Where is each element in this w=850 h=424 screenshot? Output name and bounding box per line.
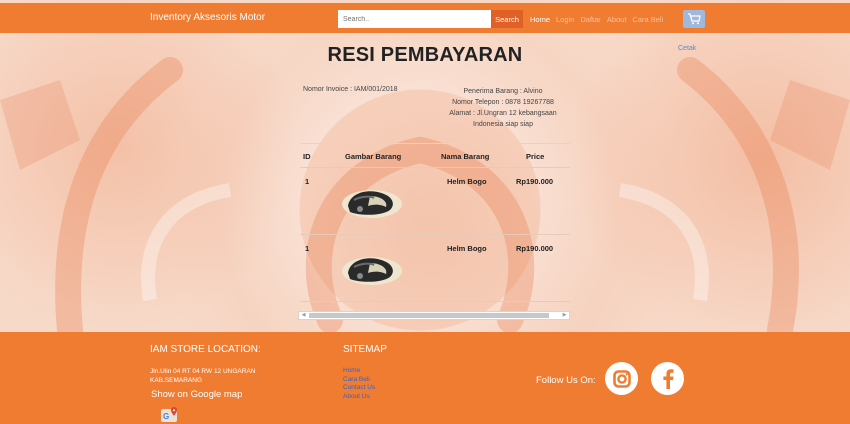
table-header: ID Gambar Barang Nama Barang Price xyxy=(300,143,570,168)
nav-daftar-link[interactable]: Daftar xyxy=(580,15,600,24)
receiver-name: Penerima Barang : Alvino xyxy=(463,88,543,95)
page-title: RESI PEMBAYARAN xyxy=(327,44,523,66)
search-button[interactable]: Search xyxy=(491,10,523,28)
invoice-number: Nomor Invoice : IAM/001/2018 xyxy=(303,86,398,93)
scrollbar-thumb[interactable] xyxy=(309,313,549,318)
row-name: Helm Bogo xyxy=(447,177,487,186)
instagram-icon xyxy=(612,369,631,388)
table-row: 1 Helm Bogo Rp190.000 xyxy=(300,168,570,235)
cart-icon xyxy=(688,13,701,25)
facebook-icon xyxy=(662,368,674,389)
sitemap-home-link[interactable]: Home xyxy=(343,367,375,376)
sitemap-about-link[interactable]: About Us xyxy=(343,393,375,402)
footer: IAM STORE LOCATION: Jln.Ulin 04 RT 04 RW… xyxy=(0,332,850,424)
helmet-image xyxy=(342,257,402,285)
receiver-address-line-1: Alamat : Jl.Ungran 12 kebangsaan xyxy=(449,110,557,117)
follow-us-label: Follow Us On: xyxy=(536,375,596,386)
scroll-left-arrow-icon[interactable]: ◀ xyxy=(299,312,308,319)
sitemap-heading: SITEMAP xyxy=(343,344,387,355)
top-navbar: Inventory Aksesoris Motor Search Home Lo… xyxy=(0,3,850,33)
row-id: 1 xyxy=(305,244,310,253)
search-bar: Search xyxy=(338,10,523,28)
location-heading: IAM STORE LOCATION: xyxy=(150,344,261,355)
header-name: Nama Barang xyxy=(441,152,490,161)
google-maps-icon[interactable]: G xyxy=(160,407,180,423)
google-map-link[interactable]: Show on Google map xyxy=(151,389,242,400)
row-id: 1 xyxy=(305,177,310,186)
receiver-address-line-2: Indonesia siap siap xyxy=(473,121,533,128)
receiver-info: Penerima Barang : Alvino Nomor Telepon :… xyxy=(440,86,566,130)
address-line-1: Jln.Ulin 04 RT 04 RW 12 UNGARAN xyxy=(150,368,256,375)
search-input[interactable] xyxy=(338,10,491,28)
svg-text:G: G xyxy=(163,412,169,421)
receiver-phone: Nomor Telepon : 0878 19267788 xyxy=(452,99,554,106)
sitemap-cara-beli-link[interactable]: Cara Beli xyxy=(343,376,375,385)
nav-cara-beli-link[interactable]: Cara Beli xyxy=(632,15,663,24)
helmet-image xyxy=(342,190,402,218)
row-price: Rp190.000 xyxy=(516,177,554,186)
header-id: ID xyxy=(303,152,311,161)
horizontal-scrollbar[interactable]: ◀ ▶ xyxy=(298,311,570,320)
facebook-button[interactable] xyxy=(651,362,684,395)
cart-button[interactable] xyxy=(683,10,705,28)
store-address: Jln.Ulin 04 RT 04 RW 12 UNGARAN KAB.SEMA… xyxy=(150,367,255,385)
sitemap-contact-link[interactable]: Contact Us xyxy=(343,384,375,393)
brand-title[interactable]: Inventory Aksesoris Motor xyxy=(150,12,265,23)
sitemap-links: Home Cara Beli Contact Us About Us xyxy=(343,367,375,401)
address-line-2: KAB.SEMARANG xyxy=(150,377,203,384)
nav-links: Home Login Daftar About Cara Beli xyxy=(530,15,663,24)
scroll-right-arrow-icon[interactable]: ▶ xyxy=(560,312,569,319)
row-price: Rp190.000 xyxy=(516,244,554,253)
nav-home-link[interactable]: Home xyxy=(530,15,550,24)
header-price: Price xyxy=(526,152,545,161)
receipt-table: ID Gambar Barang Nama Barang Price 1 Hel… xyxy=(300,143,570,302)
nav-login-link[interactable]: Login xyxy=(556,15,574,24)
row-name: Helm Bogo xyxy=(447,244,487,253)
nav-about-link[interactable]: About xyxy=(607,15,627,24)
instagram-button[interactable] xyxy=(605,362,638,395)
header-image: Gambar Barang xyxy=(345,152,402,161)
table-row: 1 Helm Bogo Rp190.000 xyxy=(300,235,570,302)
